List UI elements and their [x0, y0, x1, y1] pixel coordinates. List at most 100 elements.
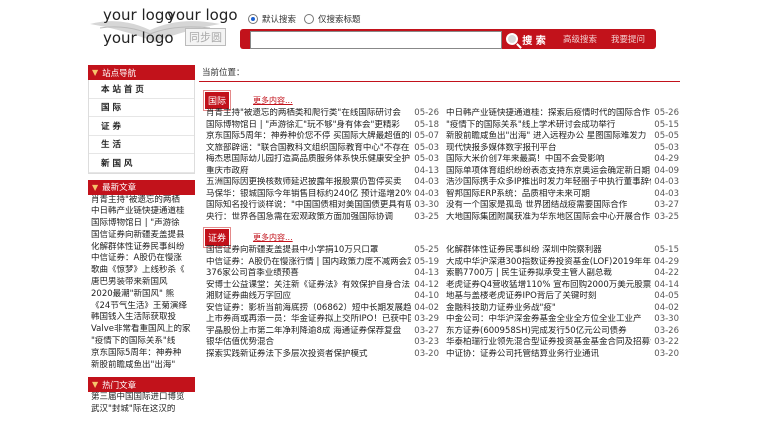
news-title[interactable]: 索鹏7700万 | 民生证券拟承受主管人副总裁	[439, 268, 651, 280]
news-title[interactable]: 安信证券：影析当前海底捞（06862）短中长期发展趋势	[199, 303, 411, 315]
news-row[interactable]: 新股前瞻咸鱼出"出海" 进入远程办公 星图国际难发力 05-05	[439, 131, 679, 143]
news-row[interactable]: 国际大米价创7年来最高！中国不会受影响 04-29	[439, 154, 679, 166]
news-title[interactable]: 智邦国际ERP系统：品质相守未来可期	[439, 189, 651, 201]
news-row[interactable]: 探索实践新证券法下多层次投资者保护模式 03-20	[199, 349, 439, 361]
news-title[interactable]: 宇晶股份上市第二年净利降逾8成 海通证券保荐复盘	[199, 326, 411, 338]
news-row[interactable]: "疫情下的国际关系"线上学术研讨会成功举行 05-15	[439, 120, 679, 132]
news-row[interactable]: 梅杰思国际幼儿园打造高品质服务体系快乐健康安全护 05-03	[199, 154, 439, 166]
news-title[interactable]: 京东国际5周年：神券种价您不停 买国际大牌最超值的时	[199, 131, 411, 143]
news-row[interactable]: 五洲国际因更换核数师延迟披露年报股票仍暂停买卖 04-03	[199, 177, 439, 189]
list-item[interactable]: 2020最潮"新国风" 熊	[88, 289, 195, 301]
list-item[interactable]: 肖青主持"被遗忘的两栖	[88, 195, 195, 207]
news-title[interactable]: 国际博物馆日 | "声游徐汇"玩不够"身有体会"更精彩	[199, 120, 411, 132]
news-row[interactable]: 索鹏7700万 | 民生证券拟承受主管人副总裁 04-22	[439, 268, 679, 280]
list-item[interactable]: 《24节气生活》王菊演绎	[88, 301, 195, 313]
news-row[interactable]: 马保华：银城国际今年销售目标约240亿 预计遥增20% 04-03	[199, 189, 439, 201]
news-row[interactable]: 地基与盖楼老虎证券IPO背后了关键时刻 04-05	[439, 291, 679, 303]
news-row[interactable]: 上市券商或再添一员：华金证券拟上交所IPO！已获中国 03-29	[199, 314, 439, 326]
news-row[interactable]: 安信证券：影析当前海底捞（06862）短中长期发展趋势 04-02	[199, 303, 439, 315]
news-title[interactable]: 梅杰思国际幼儿园打造高品质服务体系快乐健康安全护	[199, 154, 411, 166]
site-logo[interactable]: your logo your logo your logo 同步圆	[85, 2, 245, 54]
news-title[interactable]: 新股前瞻咸鱼出"出海" 进入远程办公 星图国际难发力	[439, 131, 651, 143]
news-row[interactable]: 国际知名投行谈样说："中国国债相对美国国债更具有吸 03-30	[199, 200, 439, 212]
news-row[interactable]: 中金公司：中华沪深金券基金全业全方位全业工业产 03-30	[439, 314, 679, 326]
news-row[interactable]: 国际博物馆日 | "声游徐汇"玩不够"身有体会"更精彩 05-18	[199, 120, 439, 132]
news-row[interactable]: 宇晶股份上市第二年净利降逾8成 海通证券保荐复盘 03-27	[199, 326, 439, 338]
news-row[interactable]: 中日韩产业链快捷通道桂：探索后疫情时代的国际合作 05-26	[439, 108, 679, 120]
news-title[interactable]: 湘财证券曲线万字回应	[199, 291, 411, 303]
list-item[interactable]: 中信证券：A股仍在慢涨	[88, 253, 195, 265]
news-row[interactable]: 大成中华沪深港300指数证券投资基金(LOF)2019年年度报 04-29	[439, 257, 679, 269]
sidebar-item-life[interactable]: 生 活	[89, 136, 194, 154]
news-row[interactable]: 老虎证券Q4营收猛增110% 宣布回购2000万美元股票 04-14	[439, 280, 679, 292]
news-title[interactable]: 探索实践新证券法下多层次投资者保护模式	[199, 349, 411, 361]
list-item[interactable]: 武汉"封城"际在这汉的	[88, 404, 195, 416]
radio-title-only[interactable]	[304, 14, 315, 24]
news-title[interactable]: 上市券商或再添一员：华金证券拟上交所IPO！已获中国	[199, 314, 411, 326]
news-title[interactable]: 国信证券向新疆麦盖提县中小学捐10万只口罩	[199, 245, 411, 257]
list-item[interactable]: 国信证券向新疆麦盖提县	[88, 230, 195, 242]
news-row[interactable]: 东方证券(600958SH)完成发行50亿元公司债券 03-26	[439, 326, 679, 338]
news-title[interactable]: 376家公司首季业绩预喜	[199, 268, 411, 280]
news-title[interactable]: 化解群体性证券民事纠纷 深圳中院察利器	[439, 245, 651, 257]
news-title[interactable]: 中日韩产业链快捷通道桂：探索后疫情时代的国际合作	[439, 108, 651, 120]
news-row[interactable]: 大地国际集团附属获准为华东地区国际会中心开展合作 03-25	[439, 212, 679, 224]
sidebar-item-securities[interactable]: 证 券	[89, 117, 194, 136]
news-title[interactable]: 中金公司：中华沪深金券基金全业全方位全业工业产	[439, 314, 651, 326]
news-row[interactable]: 金融科技助力证券业务战"疫" 04-02	[439, 303, 679, 315]
news-title[interactable]: 国际大米价创7年来最高！中国不会受影响	[439, 154, 651, 166]
news-title[interactable]: 央行：世界各国急需在宏观政策方面加强国际协调	[199, 212, 411, 224]
list-item[interactable]: 新股前瞻咸鱼出"出海"	[88, 360, 195, 372]
news-title[interactable]: 浩沙国际携手众多IP推出时发力年轻圈子中执行董事辞任	[439, 177, 651, 189]
section-tag[interactable]: 证券	[202, 226, 232, 248]
news-title[interactable]: 中证协：证券公司托管结算业务行业通讯	[439, 349, 651, 361]
search-button[interactable]: 搜 索	[500, 29, 552, 49]
news-title[interactable]: 金融科技助力证券业务战"疫"	[439, 303, 651, 315]
news-row[interactable]: 智邦国际ERP系统：品质相守未来可期 04-03	[439, 189, 679, 201]
news-title[interactable]: 没有一个国家是孤岛 世界团结战疫需要国际合作	[439, 200, 651, 212]
news-title[interactable]: 文旅部辟谣："联合国教科文组织国际教育中心"不存在	[199, 143, 411, 155]
news-title[interactable]: 肖青主持"被遗忘的两栖类和爬行类"在线国际研讨会	[199, 108, 411, 120]
list-item[interactable]: 化解群体性证券民事纠纷	[88, 242, 195, 254]
list-item[interactable]: 韩国钱入生活际获取投	[88, 312, 195, 324]
news-row[interactable]: 重庆市政府 04-13	[199, 166, 439, 178]
search-input[interactable]	[250, 31, 502, 49]
sidebar-item-new-style[interactable]: 新 国 风	[89, 154, 194, 173]
radio-default-search[interactable]	[248, 14, 258, 24]
news-row[interactable]: 湘财证券曲线万字回应 04-10	[199, 291, 439, 303]
news-title[interactable]: 大成中华沪深港300指数证券投资基金(LOF)2019年年度报	[439, 257, 651, 269]
news-row[interactable]: 文旅部辟谣："联合国教科文组织国际教育中心"不存在 05-03	[199, 143, 439, 155]
news-row[interactable]: 没有一个国家是孤岛 世界团结战疫需要国际合作 03-27	[439, 200, 679, 212]
news-row[interactable]: 安博士公益课堂：关注新《证券法》有效保护自身合法 04-12	[199, 280, 439, 292]
news-title[interactable]: 国际单项体育组织纷纷表态支持东京奥运会确定新日期	[439, 166, 651, 178]
news-row[interactable]: 国际单项体育组织纷纷表态支持东京奥运会确定新日期 04-09	[439, 166, 679, 178]
news-title[interactable]: 国际知名投行谈样说："中国国债相对美国国债更具有吸	[199, 200, 411, 212]
more-link[interactable]: 更多内容...	[253, 95, 293, 106]
news-row[interactable]: 国信证券向新疆麦盖提县中小学捐10万只口罩 05-25	[199, 245, 439, 257]
advanced-search-link[interactable]: 高级搜索	[563, 33, 597, 45]
ask-question-link[interactable]: 我要提问	[611, 33, 645, 45]
list-item[interactable]: 国际博物馆日 | "声游徐	[88, 218, 195, 230]
news-title[interactable]: 银华估值优势混合	[199, 337, 411, 349]
news-title[interactable]: 中信证券：A股仍在慢涨行情 | 国内政策力度不减两会定	[199, 257, 411, 269]
news-title[interactable]: 现代快报多媒体数字报刊平台	[439, 143, 651, 155]
news-title[interactable]: 五洲国际因更换核数师延迟披露年报股票仍暂停买卖	[199, 177, 411, 189]
news-row[interactable]: 京东国际5周年：神券种价您不停 买国际大牌最超值的时 05-07	[199, 131, 439, 143]
news-row[interactable]: 银华估值优势混合 03-23	[199, 337, 439, 349]
news-row[interactable]: 中证协：证券公司托管结算业务行业通讯 03-20	[439, 349, 679, 361]
news-title[interactable]: 大地国际集团附属获准为华东地区国际会中心开展合作	[439, 212, 651, 224]
news-row[interactable]: 央行：世界各国急需在宏观政策方面加强国际协调 03-25	[199, 212, 439, 224]
news-row[interactable]: 中信证券：A股仍在慢涨行情 | 国内政策力度不减两会定 05-19	[199, 257, 439, 269]
list-item[interactable]: 中日韩产业链快捷通道桂	[88, 206, 195, 218]
news-title[interactable]: 安博士公益课堂：关注新《证券法》有效保护自身合法	[199, 280, 411, 292]
list-item[interactable]: "疫情下的国际关系"线	[88, 336, 195, 348]
section-tag[interactable]: 国际	[202, 89, 232, 111]
news-title[interactable]: 地基与盖楼老虎证券IPO背后了关键时刻	[439, 291, 651, 303]
news-row[interactable]: 华泰柏瑞行业领先混合型证券投资基金基金合同及招募说 03-22	[439, 337, 679, 349]
news-row[interactable]: 376家公司首季业绩预喜 04-13	[199, 268, 439, 280]
list-item[interactable]: 唐巴男装带来新国风	[88, 277, 195, 289]
list-item[interactable]: 歌曲《惊梦》上线秒杀《	[88, 265, 195, 277]
news-title[interactable]: "疫情下的国际关系"线上学术研讨会成功举行	[439, 120, 651, 132]
news-row[interactable]: 浩沙国际携手众多IP推出时发力年轻圈子中执行董事辞任 04-03	[439, 177, 679, 189]
list-item[interactable]: 第三届中国国际进口博览	[88, 392, 195, 404]
